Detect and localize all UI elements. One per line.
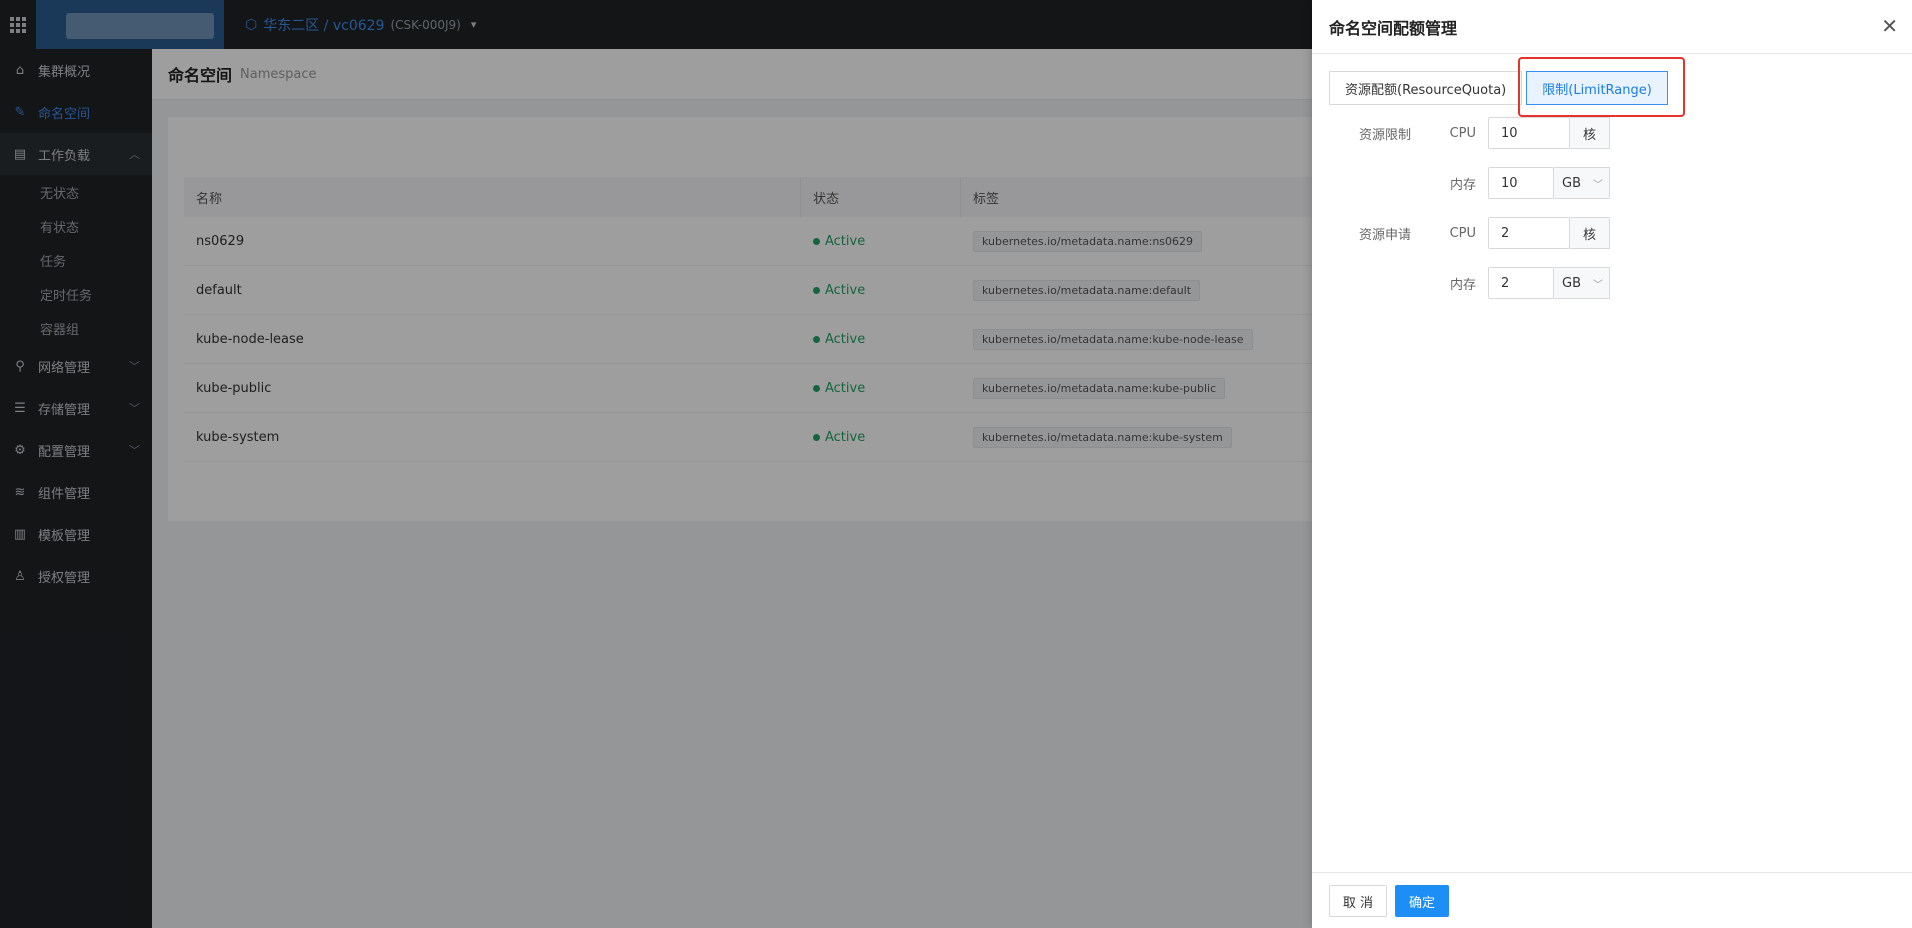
limit-mem-unit: GB <box>1562 175 1581 191</box>
confirm-button[interactable]: 确定 <box>1395 885 1449 917</box>
drawer-footer: 取 消 确定 <box>1312 872 1912 928</box>
limit-cpu-unit: 核 <box>1570 117 1610 149</box>
limit-cpu-row: 资源限制 CPU 10 核 <box>1312 117 1912 149</box>
request-mem-label: 内存 <box>1449 277 1476 293</box>
limit-mem-label: 内存 <box>1449 177 1476 193</box>
limit-cpu-label: CPU <box>1449 125 1476 141</box>
request-mem-unit: GB <box>1562 275 1581 291</box>
cancel-button[interactable]: 取 消 <box>1329 885 1387 917</box>
limit-mem-unit-select[interactable]: GB ﹀ <box>1554 167 1610 199</box>
request-cpu-label: CPU <box>1449 225 1476 241</box>
limit-cpu-input[interactable]: 10 <box>1488 117 1570 149</box>
close-icon[interactable]: ✕ <box>1881 14 1898 38</box>
request-cpu-unit: 核 <box>1570 217 1610 249</box>
chevron-down-icon: ﹀ <box>1593 180 1603 191</box>
limit-mem-row: 内存 10 GB ﹀ <box>1312 167 1912 199</box>
chevron-down-icon: ﹀ <box>1593 280 1603 291</box>
tab-resource-quota[interactable]: 资源配额(ResourceQuota) <box>1329 71 1523 105</box>
request-group-label: 资源申请 <box>1359 227 1412 243</box>
modal-mask[interactable] <box>0 0 1312 928</box>
request-cpu-input[interactable]: 2 <box>1488 217 1570 249</box>
drawer-header: 命名空间配额管理 ✕ <box>1312 0 1912 54</box>
limit-group-label: 资源限制 <box>1359 127 1412 143</box>
request-mem-input[interactable]: 2 <box>1488 267 1554 299</box>
limit-mem-input[interactable]: 10 <box>1488 167 1554 199</box>
request-cpu-row: 资源申请 CPU 2 核 <box>1312 217 1912 249</box>
highlight-annotation-box <box>1518 57 1685 117</box>
drawer-title: 命名空间配额管理 <box>1329 18 1458 38</box>
request-mem-row: 内存 2 GB ﹀ <box>1312 267 1912 299</box>
request-mem-unit-select[interactable]: GB ﹀ <box>1554 267 1610 299</box>
quota-drawer: 命名空间配额管理 ✕ 资源配额(ResourceQuota) 限制(LimitR… <box>1312 0 1912 928</box>
